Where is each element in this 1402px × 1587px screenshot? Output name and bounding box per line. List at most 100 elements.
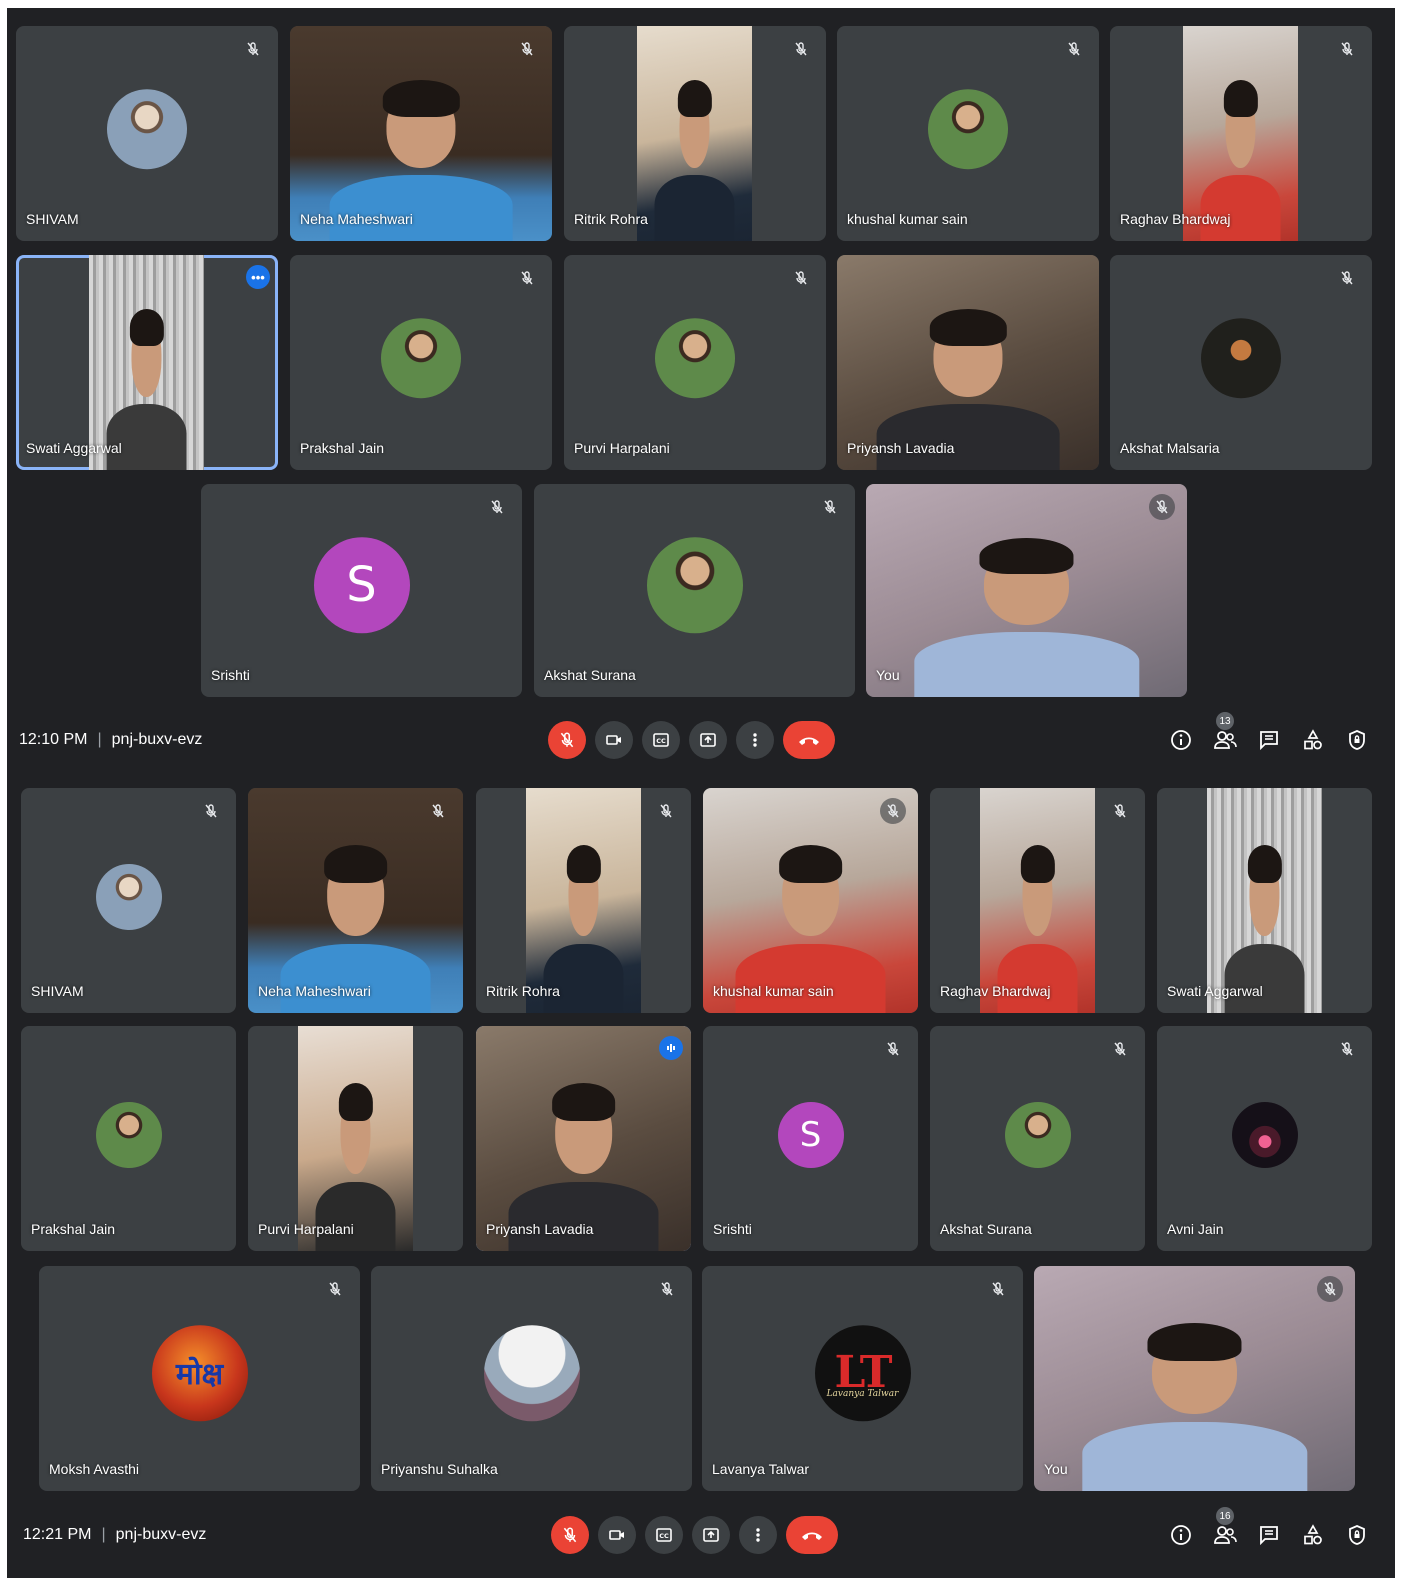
more-options-icon bbox=[746, 731, 764, 749]
meeting-details-button[interactable] bbox=[1169, 728, 1193, 752]
participant-tile-ritrik[interactable]: Ritrik Rohra bbox=[476, 788, 691, 1013]
meeting-info-separator: | bbox=[97, 731, 102, 748]
participant-tile-swati[interactable]: Swati Aggarwal bbox=[1157, 788, 1372, 1013]
participant-name: Purvi Harpalani bbox=[258, 1221, 354, 1237]
meeting-details-button[interactable] bbox=[1169, 1523, 1193, 1547]
mic-off-icon bbox=[484, 494, 510, 520]
participant-tile-purvi[interactable]: Purvi Harpalani bbox=[564, 255, 826, 470]
participant-tile-akshat-malsaria[interactable]: Akshat Malsaria bbox=[1110, 255, 1372, 470]
participant-avatar bbox=[107, 88, 187, 169]
more-options-icon[interactable]: ••• bbox=[246, 265, 270, 289]
participant-tile-you[interactable]: You bbox=[866, 484, 1187, 697]
participant-video bbox=[1183, 26, 1298, 241]
activities-button[interactable] bbox=[1301, 728, 1325, 752]
participant-tile-khushal[interactable]: khushal kumar sain bbox=[703, 788, 918, 1013]
participant-avatar-letter: S bbox=[313, 536, 410, 633]
svg-text:CC: CC bbox=[659, 1532, 669, 1540]
lavanya-logo-subtext: Lavanya Talwar bbox=[826, 1389, 899, 1400]
participant-tile-ritrik[interactable]: Ritrik Rohra bbox=[564, 26, 826, 241]
participant-tile-priyansh[interactable]: Priyansh Lavadia bbox=[476, 1026, 691, 1251]
present-button[interactable] bbox=[689, 721, 727, 759]
leave-call-button[interactable] bbox=[786, 1516, 838, 1554]
participant-tile-shivam[interactable]: SHIVAM bbox=[21, 788, 236, 1013]
more-options-button[interactable] bbox=[739, 1516, 777, 1554]
participant-tile-neha[interactable]: Neha Maheshwari bbox=[290, 26, 552, 241]
mic-off-icon bbox=[880, 798, 906, 824]
moksh-logo: मोक्ष bbox=[151, 1324, 248, 1421]
meeting-info: 12:10 PM | pnj-buxv-evz bbox=[19, 712, 202, 768]
camera-toggle-button[interactable] bbox=[595, 721, 633, 759]
participant-tile-shivam[interactable]: SHIVAM bbox=[16, 26, 278, 241]
participant-tile-you[interactable]: You bbox=[1034, 1266, 1355, 1491]
chat-icon bbox=[1258, 729, 1280, 751]
mic-off-icon bbox=[558, 731, 576, 749]
call-controls: CC bbox=[548, 712, 835, 768]
present-button[interactable] bbox=[692, 1516, 730, 1554]
host-controls-icon bbox=[1346, 1524, 1368, 1546]
mic-off-icon bbox=[1061, 36, 1087, 62]
participant-tile-akshat-surana[interactable]: Akshat Surana bbox=[930, 1026, 1145, 1251]
mic-off-icon bbox=[198, 798, 224, 824]
people-button[interactable]: 16 bbox=[1213, 1507, 1237, 1547]
participant-tile-raghav[interactable]: Raghav Bhardwaj bbox=[1110, 26, 1372, 241]
closed-captions-icon: CC bbox=[655, 1526, 673, 1544]
participant-tile-swati[interactable]: ••• Swati Aggarwal bbox=[16, 255, 278, 470]
captions-button[interactable]: CC bbox=[645, 1516, 683, 1554]
participant-tile-akshat-surana[interactable]: Akshat Surana bbox=[534, 484, 855, 697]
participant-video bbox=[89, 255, 204, 470]
participant-tile-srishti[interactable]: S Srishti bbox=[703, 1026, 918, 1251]
more-options-button[interactable] bbox=[736, 721, 774, 759]
participant-name: Raghav Bhardwaj bbox=[1120, 211, 1231, 227]
participant-avatar bbox=[95, 1101, 162, 1168]
participant-name: You bbox=[876, 667, 900, 683]
participant-avatar-letter: S bbox=[777, 1101, 844, 1168]
host-controls-button[interactable] bbox=[1345, 728, 1369, 752]
meeting-code: pnj-buxv-evz bbox=[111, 731, 203, 748]
participant-tile-purvi[interactable]: Purvi Harpalani bbox=[248, 1026, 463, 1251]
participant-name: khushal kumar sain bbox=[713, 983, 834, 999]
participant-video bbox=[1034, 1266, 1355, 1491]
people-button[interactable]: 13 bbox=[1213, 712, 1237, 752]
captions-button[interactable]: CC bbox=[642, 721, 680, 759]
mic-toggle-button[interactable] bbox=[551, 1516, 589, 1554]
meeting-info: 12:21 PM | pnj-buxv-evz bbox=[23, 1507, 206, 1563]
participant-tile-avni[interactable]: Avni Jain bbox=[1157, 1026, 1372, 1251]
participant-tile-khushal[interactable]: khushal kumar sain bbox=[837, 26, 1099, 241]
participant-video bbox=[290, 26, 552, 241]
chat-button[interactable] bbox=[1257, 728, 1281, 752]
camera-toggle-button[interactable] bbox=[598, 1516, 636, 1554]
participant-tile-priyansh[interactable]: Priyansh Lavadia bbox=[837, 255, 1099, 470]
participant-tile-lavanya[interactable]: LT Lavanya Talwar Lavanya Talwar bbox=[702, 1266, 1023, 1491]
activities-icon bbox=[1302, 729, 1324, 751]
participant-tile-raghav[interactable]: Raghav Bhardwaj bbox=[930, 788, 1145, 1013]
leave-call-button[interactable] bbox=[783, 721, 835, 759]
mic-toggle-button[interactable] bbox=[548, 721, 586, 759]
participant-tile-prakshal[interactable]: Prakshal Jain bbox=[290, 255, 552, 470]
participant-name: Priyansh Lavadia bbox=[847, 440, 955, 456]
activities-button[interactable] bbox=[1301, 1523, 1325, 1547]
mic-off-icon bbox=[1334, 265, 1360, 291]
more-options-icon bbox=[749, 1526, 767, 1544]
side-panel-buttons: 13 bbox=[1169, 712, 1369, 768]
mic-off-icon bbox=[514, 265, 540, 291]
participant-name: Srishti bbox=[713, 1221, 752, 1237]
present-screen-icon bbox=[699, 731, 717, 749]
participant-video bbox=[980, 788, 1095, 1013]
meeting-time: 12:21 PM bbox=[23, 1526, 92, 1543]
host-controls-button[interactable] bbox=[1345, 1523, 1369, 1547]
closed-captions-icon: CC bbox=[652, 731, 670, 749]
participant-name: Purvi Harpalani bbox=[574, 440, 670, 456]
mic-off-icon bbox=[817, 494, 843, 520]
mic-off-icon bbox=[1107, 798, 1133, 824]
participant-tile-priyanshu[interactable]: Priyanshu Suhalka bbox=[371, 1266, 692, 1491]
meeting-info-separator: | bbox=[101, 1526, 106, 1543]
participant-tile-prakshal[interactable]: Prakshal Jain bbox=[21, 1026, 236, 1251]
participant-tile-srishti[interactable]: S Srishti bbox=[201, 484, 522, 697]
mic-off-icon bbox=[322, 1276, 348, 1302]
participant-name: Priyanshu Suhalka bbox=[381, 1461, 498, 1477]
participant-name: SHIVAM bbox=[31, 983, 84, 999]
participant-name: Priyansh Lavadia bbox=[486, 1221, 594, 1237]
participant-tile-neha[interactable]: Neha Maheshwari bbox=[248, 788, 463, 1013]
chat-button[interactable] bbox=[1257, 1523, 1281, 1547]
participant-tile-moksh[interactable]: मोक्ष Moksh Avasthi bbox=[39, 1266, 360, 1491]
